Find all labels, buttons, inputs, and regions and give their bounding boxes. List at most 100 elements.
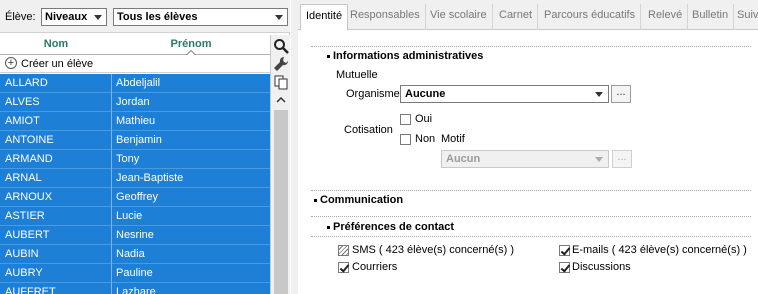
discussions-label: Discussions [572,261,631,273]
student-prenom: Benjamin [116,134,162,146]
tab-bar: Identité Responsables Vie scolaire Carne… [298,0,758,31]
divider [311,236,751,237]
student-nom: AUBRY [5,267,43,279]
sms-label: SMS ( 423 élève(s) concerné(s) ) [352,244,514,256]
chevron-down-icon [94,15,102,20]
level-dropdown[interactable]: Niveaux [41,8,107,26]
level-dropdown-value: Niveaux [45,11,88,23]
column-header-prenom[interactable]: Prénom [112,38,270,50]
student-nom: AUBERT [5,229,50,241]
tab-bulletin[interactable]: Bulletin [687,4,735,30]
table-row[interactable]: AUBIN Nadia [0,245,270,264]
courriers-label: Courriers [352,261,398,273]
chevron-down-icon [595,92,603,97]
bullet-icon [314,198,317,202]
organisme-more-button[interactable]: ... [611,85,631,103]
column-header-nom[interactable]: Nom [0,38,112,50]
organisme-select[interactable]: Aucune [400,85,609,103]
motif-select[interactable]: Aucun [441,150,609,168]
mutuelle-label: Mutuelle [336,69,378,81]
tab-parcours-educatifs[interactable]: Parcours éducatifs [539,4,642,30]
tab-responsables[interactable]: Responsables [345,4,426,30]
column-separator [111,283,112,294]
student-prenom: Pauline [116,267,153,279]
table-row[interactable]: ASTIER Lucie [0,207,270,226]
scroll-up-icon[interactable] [272,92,290,108]
table-row[interactable]: ARNAL Jean-Baptiste [0,169,270,188]
student-nom: AMIOT [5,115,40,127]
tab-carnet[interactable]: Carnet [494,4,539,30]
student-prenom: Lazhare [116,286,156,294]
copy-icon[interactable] [272,73,290,91]
table-row[interactable]: ALVES Jordan [0,93,270,112]
student-nom: ARNOUX [5,191,53,203]
organisme-label: Organisme [346,88,400,100]
student-prenom: Lucie [116,210,143,222]
tab-suivi[interactable]: Suiv [732,4,758,30]
student-prenom: Jordan [116,96,150,108]
wrench-icon[interactable] [272,55,290,73]
divider [311,46,751,47]
search-icon[interactable] [272,37,290,55]
student-nom: AUFFRET [5,286,56,294]
table-row[interactable]: ANTOINE Benjamin [0,131,270,150]
table-row[interactable]: ARNOUX Geoffrey [0,188,270,207]
table-row[interactable]: AUBRY Pauline [0,264,270,283]
column-separator [111,131,112,150]
discussions-checkbox[interactable] [559,262,570,273]
preferences-section-title: Préférences de contact [327,221,454,233]
plus-circle-icon: + [5,57,17,69]
emails-label: E-mails ( 423 élève(s) concerné(s) ) [572,244,747,256]
student-nom: ARMAND [5,153,53,165]
student-nom: ASTIER [5,210,45,222]
tab-releve[interactable]: Relevé [643,4,689,30]
student-rows: ALLARD Abdeljalil ALVES Jordan AMIOT Mathieu A… [0,74,270,294]
table-row[interactable]: AUFFRET Lazhare [0,283,270,294]
student-detail-panel: Identité Responsables Vie scolaire Carne… [298,0,758,294]
eleve-label: Élève: [5,11,36,23]
student-prenom: Tony [116,153,140,165]
student-prenom: Geoffrey [116,191,158,203]
table-row[interactable]: AMIOT Mathieu [0,112,270,131]
list-toolbar [270,35,290,294]
tab-identite[interactable]: Identité [300,4,349,31]
student-nom: ALLARD [5,77,48,89]
bullet-icon [327,54,330,58]
filter-bar: Élève: Niveaux Tous les élèves [0,0,290,33]
non-label: Non [415,133,436,145]
sms-checkbox[interactable] [338,245,349,256]
table-row[interactable]: ALLARD Abdeljalil [0,74,270,93]
column-separator [111,245,112,264]
oui-checkbox[interactable] [400,114,411,125]
column-separator [111,74,112,93]
student-nom: ALVES [5,96,40,108]
create-student-row[interactable]: + Créer un élève [0,55,270,73]
motif-label: Motif [441,133,465,145]
tab-vie-scolaire[interactable]: Vie scolaire [425,4,493,30]
admin-section-title: Informations administratives [327,50,483,62]
cotisation-label: Cotisation [344,124,393,136]
student-list-panel: Élève: Niveaux Tous les élèves Nom Préno… [0,0,290,294]
non-checkbox[interactable] [400,134,411,145]
create-student-label: Créer un élève [21,58,94,70]
student-nom: AUBIN [5,248,39,260]
divider [311,190,751,191]
students-filter-dropdown[interactable]: Tous les élèves [113,8,288,26]
communication-section-label: Communication [320,194,404,206]
courriers-checkbox[interactable] [338,262,349,273]
student-nom: ARNAL [5,172,42,184]
motif-more-button[interactable]: ... [612,150,632,168]
emails-checkbox[interactable] [559,245,570,256]
chevron-down-icon [275,15,283,20]
table-row[interactable]: ARMAND Tony [0,150,270,169]
organisme-value: Aucune [405,88,446,100]
column-separator [111,169,112,188]
table-row[interactable]: AUBERT Nesrine [0,226,270,245]
preferences-section-label: Préférences de contact [333,221,455,233]
splitter[interactable] [291,0,298,294]
student-prenom: Jean-Baptiste [116,172,184,184]
student-prenom: Nesrine [116,229,154,241]
student-prenom: Abdeljalil [116,77,161,89]
scrollbar-thumb[interactable] [274,110,288,294]
column-separator [111,150,112,169]
